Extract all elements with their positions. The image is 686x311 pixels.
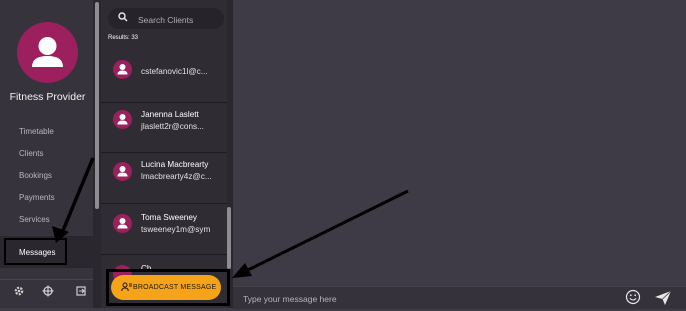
crosshair-icon[interactable] <box>41 285 55 299</box>
sidebar-footer <box>0 279 93 309</box>
search-input[interactable] <box>136 11 225 28</box>
user-icon <box>117 166 128 177</box>
broadcast-label: BROADCAST MESSAGE <box>133 284 217 291</box>
clients-panel: Results: 33 cstefanovic1l@c... Janenna L… <box>101 0 233 308</box>
client-list-item[interactable]: Lucina Macbrearty lmacbrearty4z@c... <box>101 153 227 204</box>
client-list-item[interactable]: cstefanovic1l@c... <box>101 47 227 103</box>
results-count: Results: 33 <box>108 35 139 41</box>
client-name: Janenna Laslett <box>141 110 199 119</box>
client-email: lmacbrearty4z@c... <box>141 172 212 181</box>
provider-name: Fitness Provider <box>9 91 86 103</box>
client-name: Toma Sweeney <box>141 213 197 222</box>
client-list-scrollbar-thumb[interactable] <box>227 207 231 269</box>
chat-area <box>233 0 686 308</box>
search-icon <box>118 12 128 25</box>
client-avatar <box>113 162 132 181</box>
client-avatar <box>113 110 132 129</box>
user-icon <box>117 114 128 125</box>
sidebar-item-messages[interactable]: Messages <box>0 236 93 268</box>
client-avatar <box>113 214 132 233</box>
send-icon[interactable] <box>654 290 672 306</box>
client-name: Lucina Macbrearty <box>141 160 209 169</box>
broadcast-users-icon <box>121 282 132 294</box>
message-input[interactable] <box>241 291 605 307</box>
sidebar-scrollbar-thumb[interactable] <box>95 2 99 209</box>
user-icon <box>32 37 63 67</box>
sidebar-item-clients[interactable]: Clients <box>19 149 43 158</box>
sidebar-item-services[interactable]: Services <box>19 215 50 224</box>
sidebar-item-payments[interactable]: Payments <box>19 193 55 202</box>
provider-avatar <box>17 22 78 83</box>
logout-icon[interactable] <box>74 285 88 299</box>
sidebar: Fitness Provider Timetable Clients Booki… <box>0 0 93 308</box>
sidebar-item-label: Messages <box>19 248 56 257</box>
user-icon <box>117 218 128 229</box>
emoji-icon[interactable] <box>625 289 641 305</box>
client-email: jlaslett2r@cons... <box>141 122 204 131</box>
sidebar-item-timetable[interactable]: Timetable <box>19 127 54 136</box>
gear-icon[interactable] <box>12 285 26 299</box>
broadcast-message-button[interactable]: BROADCAST MESSAGE <box>111 275 221 300</box>
client-list-item[interactable]: Toma Sweeney tsweeney1m@sym <box>101 204 227 255</box>
user-icon <box>117 64 128 75</box>
client-email: tsweeney1m@sym <box>141 225 211 234</box>
client-avatar <box>113 60 132 79</box>
sidebar-item-bookings[interactable]: Bookings <box>19 171 52 180</box>
client-list-item[interactable]: Janenna Laslett jlaslett2r@cons... <box>101 102 227 153</box>
message-composer <box>233 286 686 309</box>
client-email: cstefanovic1l@c... <box>141 67 208 76</box>
search-box[interactable] <box>108 8 225 29</box>
